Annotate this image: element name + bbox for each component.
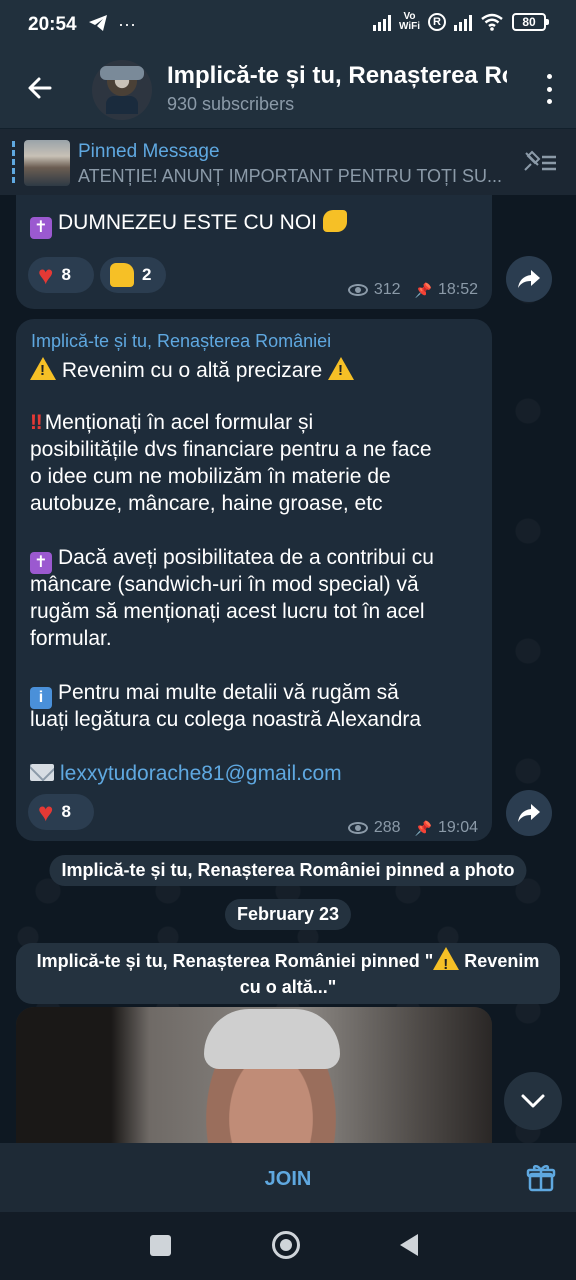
- back-arrow-icon[interactable]: [24, 72, 56, 104]
- vowifi-bottom: WiFi: [398, 21, 420, 32]
- service-text: Implică-te și tu, Renașterea României pi…: [36, 951, 434, 971]
- pinned-title: Pinned Message: [78, 141, 220, 162]
- email-link[interactable]: lexxytudorache81@gmail.com: [60, 762, 342, 785]
- vowifi-icon: Vo WiFi: [399, 12, 420, 32]
- message-text: Pentru mai multe detalii vă rugăm să: [58, 681, 399, 704]
- message-text-line: luați legătura cu colega noastră Alexand…: [30, 708, 422, 731]
- back-button[interactable]: [400, 1234, 418, 1256]
- reaction-count: 8: [61, 802, 71, 821]
- signal-icon-2: [454, 13, 472, 31]
- heart-icon: ♥: [38, 260, 54, 290]
- info-icon: i: [30, 687, 52, 709]
- join-bar: JOIN: [0, 1143, 576, 1212]
- views-icon: [347, 822, 368, 834]
- warning-icon: [30, 357, 56, 380]
- service-message[interactable]: Implică-te și tu, Renașterea României pi…: [49, 855, 527, 886]
- pin-icon: 📌: [414, 819, 432, 836]
- recents-button[interactable]: [150, 1235, 171, 1256]
- pinned-thumbnail: [24, 140, 70, 186]
- date-badge: February 23: [224, 899, 352, 930]
- pinned-indicator: [12, 141, 15, 183]
- pinned-text: ATENȚIE! ANUNȚ IMPORTANT PENTRU TOȚI SU.…: [78, 166, 503, 186]
- message-text-line: posibilitățile dvs financiare pentru a n…: [30, 438, 432, 461]
- message-text-line: mâncare (sandwich-uri în mod special) vă: [30, 573, 419, 596]
- muscle-emoji-icon: [323, 210, 348, 232]
- message-text: DUMNEZEU ESTE CU NOI: [58, 211, 318, 234]
- reaction-count: 2: [142, 265, 152, 284]
- double-exclamation-icon: ‼: [30, 411, 43, 434]
- battery-icon: 80: [512, 13, 549, 31]
- pinned-message-bar[interactable]: Pinned Message ATENȚIE! ANUNȚ IMPORTANT …: [0, 128, 576, 195]
- status-indicators: Vo WiFi R 80: [372, 12, 549, 32]
- envelope-icon: [30, 764, 54, 781]
- status-bar: 20:54 ··· Vo WiFi R 80: [0, 0, 576, 52]
- message-text-line: autobuze, mâncare, haine groase, etc: [30, 492, 383, 515]
- cross-emoji-icon: ✝: [30, 552, 52, 574]
- telegram-icon: [89, 15, 107, 31]
- subscriber-count: 930 subscribers: [167, 94, 295, 114]
- message-text: Revenim cu o altă precizare: [61, 359, 323, 382]
- gift-icon[interactable]: [526, 1163, 556, 1193]
- status-time: 20:54: [28, 14, 77, 35]
- photo-portrait-hair: [204, 1009, 340, 1069]
- message-text-line: formular.: [30, 627, 112, 650]
- message-meta: 288 📌 19:04: [347, 819, 478, 837]
- join-button[interactable]: JOIN: [188, 1161, 388, 1195]
- warning-icon: [327, 357, 354, 380]
- chevron-down-icon: [521, 1094, 545, 1108]
- pin-icon: 📌: [414, 281, 432, 298]
- service-message[interactable]: Implică-te și tu, Renașterea României pi…: [16, 943, 560, 1004]
- more-notifications-icon: ···: [118, 14, 136, 34]
- message-text: Menționați în acel formular și: [44, 411, 314, 434]
- message-meta: 312 📌 18:52: [347, 281, 478, 299]
- wifi-icon: [481, 13, 503, 31]
- message-list[interactable]: ✝ DUMNEZEU ESTE CU NOI ♥ 8 2 312 📌 18:52 I…: [0, 195, 576, 1143]
- message-time: 18:52: [437, 281, 478, 298]
- share-icon: [518, 804, 540, 822]
- message-text-line: ✝ DUMNEZEU ESTE CU NOI: [30, 210, 348, 239]
- message-text-line: o idee cum ne mobilizăm în materie de: [30, 465, 391, 488]
- warning-icon: [433, 947, 460, 978]
- notification-icons: ···: [88, 14, 136, 35]
- message-sender[interactable]: Implică-te și tu, Renașterea României: [31, 331, 331, 352]
- scroll-down-button[interactable]: [504, 1072, 562, 1130]
- roaming-icon: R: [428, 13, 446, 31]
- view-count: 288: [373, 819, 401, 836]
- chat-header: Implică-te și tu, Renașterea Ro 930 subs…: [0, 52, 576, 128]
- reaction-heart[interactable]: ♥ 8: [28, 257, 94, 293]
- thumbs-up-icon: [110, 263, 134, 287]
- share-icon: [518, 270, 540, 288]
- message-text-line: i Pentru mai multe detalii vă rugăm să: [30, 681, 399, 709]
- message-text-line: Revenim cu o altă precizare: [30, 357, 354, 383]
- views-icon: [347, 284, 368, 296]
- signal-icon: [372, 13, 391, 31]
- pinned-list-icon[interactable]: [522, 149, 558, 175]
- cross-emoji-icon: ✝: [30, 217, 52, 239]
- message-time: 19:04: [437, 819, 478, 836]
- message-bubble[interactable]: ✝ DUMNEZEU ESTE CU NOI ♥ 8 2 312 📌 18:52: [16, 195, 492, 309]
- message-text-line: lexxytudorache81@gmail.com: [30, 762, 342, 786]
- home-button[interactable]: [272, 1231, 300, 1259]
- system-nav-bar: [0, 1212, 576, 1280]
- reaction-thumbs-up[interactable]: 2: [100, 257, 166, 293]
- share-button[interactable]: [506, 256, 552, 302]
- heart-icon: ♥: [38, 797, 54, 827]
- message-bubble[interactable]: Implică-te și tu, Renașterea României Re…: [16, 319, 492, 841]
- reaction-heart[interactable]: ♥ 8: [28, 794, 94, 830]
- share-button[interactable]: [506, 790, 552, 836]
- photo-message[interactable]: [16, 1007, 492, 1143]
- message-text-line: ‼Menționați în acel formular și: [30, 411, 313, 435]
- view-count: 312: [373, 281, 401, 298]
- channel-title[interactable]: Implică-te și tu, Renașterea Ro: [167, 62, 507, 90]
- reaction-count: 8: [61, 265, 71, 284]
- more-options-icon[interactable]: [544, 74, 554, 104]
- message-text-line: rugăm să menționați acest lucru tot în a…: [30, 600, 425, 623]
- channel-avatar[interactable]: [92, 60, 152, 120]
- message-text-line: ✝ Dacă aveți posibilitatea de a contribui…: [30, 546, 434, 574]
- message-text: Dacă aveți posibilitatea de a contribui …: [58, 546, 434, 569]
